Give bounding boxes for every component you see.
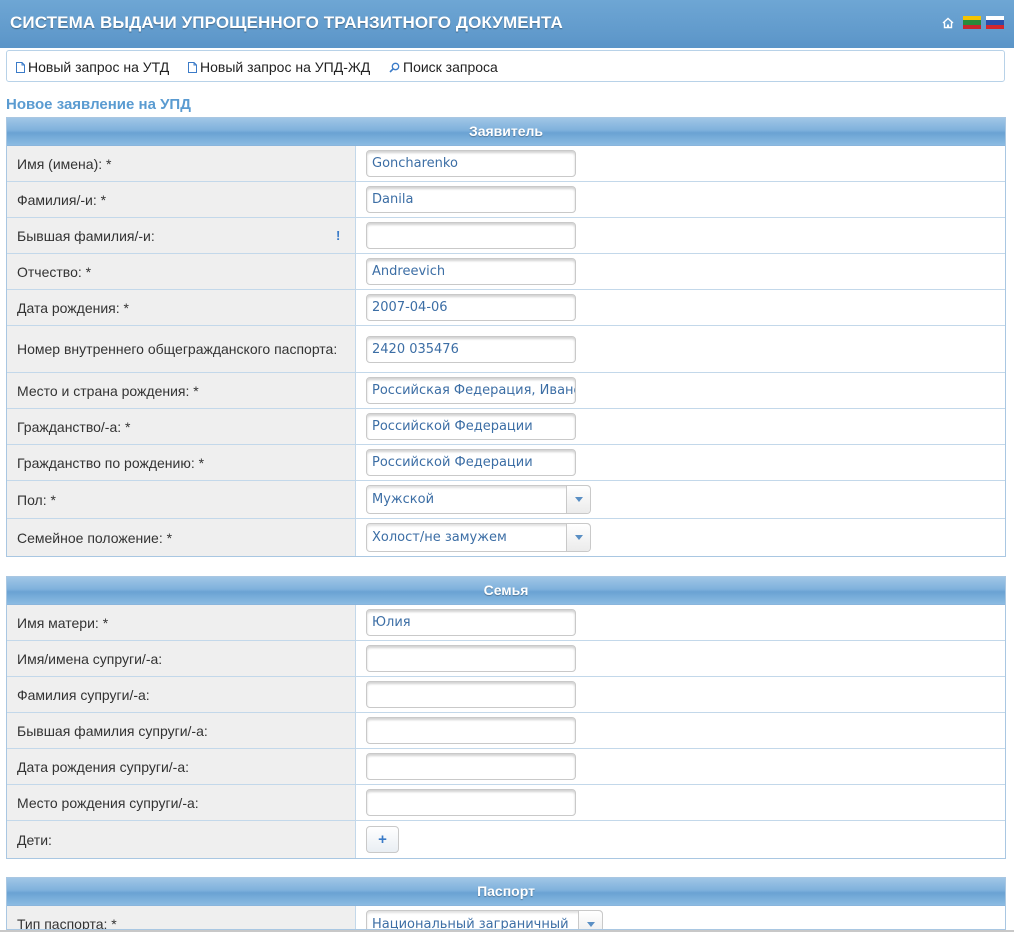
marital-status-select[interactable]: Холост/не замужем: [366, 523, 591, 552]
nav-link-new-upd-rail[interactable]: Новый запрос на УПД-ЖД: [188, 59, 370, 75]
field-label: Фамилия/-и: *: [7, 182, 356, 217]
app-title: СИСТЕМА ВЫДАЧИ УПРОЩЕННОГО ТРАНЗИТНОГО Д…: [10, 13, 563, 32]
last-name-input[interactable]: Danila: [366, 186, 576, 213]
field-label: Дети:: [7, 821, 356, 858]
field-label: Место рождения супруги/-а:: [7, 785, 356, 820]
birth-date-input[interactable]: 2007-04-06: [366, 294, 576, 321]
field-label: Гражданство/-а: *: [7, 409, 356, 444]
field-label: Место и страна рождения: *: [7, 373, 356, 408]
form-row-first-name: Имя (имена): * Goncharenko: [7, 146, 1005, 182]
field-label: Семейное положение: *: [7, 519, 356, 556]
patronymic-input[interactable]: Andreevich: [366, 258, 576, 285]
select-value: Национальный заграничный: [372, 916, 569, 930]
field-label: Бывшая фамилия/-и:: [17, 227, 155, 244]
form-row-marital-status: Семейное положение: * Холост/не замужем: [7, 519, 1005, 556]
section-title: Семья: [7, 577, 1005, 605]
birth-place-input[interactable]: Российская Федерация, Ивано: [366, 377, 576, 404]
sex-select[interactable]: Мужской: [366, 485, 591, 514]
form-row-spouse-last-name: Фамилия супруги/-а:: [7, 677, 1005, 713]
mother-name-input[interactable]: Юлия: [366, 609, 576, 636]
citizenship-by-birth-input[interactable]: Российской Федерации: [366, 449, 576, 476]
field-label: Пол: *: [7, 481, 356, 518]
field-label: Имя (имена): *: [7, 146, 356, 181]
field-label: Имя/имена супруги/-а:: [7, 641, 356, 676]
former-last-name-input[interactable]: [366, 222, 576, 249]
form-row-former-last-name: Бывшая фамилия/-и: !: [7, 218, 1005, 254]
form-row-spouse-birth-date: Дата рождения супруги/-а:: [7, 749, 1005, 785]
dropdown-arrow-button[interactable]: [566, 486, 590, 513]
page-heading: Новое заявление на УПД: [6, 96, 191, 113]
field-label: Отчество: *: [7, 254, 356, 289]
chevron-down-icon: [586, 921, 595, 927]
field-label: Номер внутреннего общегражданского паспо…: [7, 326, 356, 372]
nav-link-label: Поиск запроса: [403, 59, 498, 75]
form-row-mother-name: Имя матери: * Юлия: [7, 605, 1005, 641]
field-label-wrap: Бывшая фамилия/-и: !: [7, 218, 356, 253]
select-value: Мужской: [372, 492, 435, 507]
form-row-citizenship-by-birth: Гражданство по рождению: * Российской Фе…: [7, 445, 1005, 481]
spouse-former-last-name-input[interactable]: [366, 717, 576, 744]
nav-link-label: Новый запрос на УПД-ЖД: [200, 59, 371, 75]
form-row-passport-type: Тип паспорта: * Национальный заграничный: [7, 906, 1005, 930]
chevron-down-icon: [574, 497, 583, 502]
citizenship-input[interactable]: Российской Федерации: [366, 413, 576, 440]
document-icon: [16, 62, 25, 73]
form-row-spouse-former-last-name: Бывшая фамилия супруги/-а:: [7, 713, 1005, 749]
info-exclamation-icon[interactable]: !: [336, 227, 340, 245]
field-label: Дата рождения: *: [7, 290, 356, 325]
spouse-birth-place-input[interactable]: [366, 789, 576, 816]
form-row-spouse-first-name: Имя/имена супруги/-а:: [7, 641, 1005, 677]
field-label: Тип паспорта: *: [7, 906, 356, 929]
passport-section: Паспорт Тип паспорта: * Национальный заг…: [6, 877, 1006, 930]
spouse-last-name-input[interactable]: [366, 681, 576, 708]
form-row-sex: Пол: * Мужской: [7, 481, 1005, 519]
form-row-patronymic: Отчество: * Andreevich: [7, 254, 1005, 290]
home-icon[interactable]: [941, 16, 955, 30]
form-row-internal-passport: Номер внутреннего общегражданского паспо…: [7, 326, 1005, 373]
dropdown-arrow-button[interactable]: [578, 910, 602, 929]
section-title: Паспорт: [7, 878, 1005, 906]
nav-link-label: Новый запрос на УТД: [28, 59, 170, 75]
passport-type-select[interactable]: Национальный заграничный: [366, 909, 603, 930]
spouse-first-name-input[interactable]: [366, 645, 576, 672]
nav-link-new-utd[interactable]: Новый запрос на УТД: [16, 59, 169, 75]
first-name-input[interactable]: Goncharenko: [366, 150, 576, 177]
form-row-children: Дети: +: [7, 821, 1005, 858]
field-label: Бывшая фамилия супруги/-а:: [7, 713, 356, 748]
spouse-birth-date-input[interactable]: [366, 753, 576, 780]
chevron-down-icon: [574, 535, 583, 540]
field-label: Фамилия супруги/-а:: [7, 677, 356, 712]
russia-flag-icon[interactable]: [986, 16, 1004, 29]
field-label: Дата рождения супруги/-а:: [7, 749, 356, 784]
form-row-spouse-birth-place: Место рождения супруги/-а:: [7, 785, 1005, 821]
add-child-button[interactable]: +: [366, 826, 399, 853]
family-section: Семья Имя матери: * Юлия Имя/имена супру…: [6, 576, 1006, 859]
nav-bar: Новый запрос на УТД Новый запрос на УПД-…: [6, 50, 1005, 82]
app-header: СИСТЕМА ВЫДАЧИ УПРОЩЕННОГО ТРАНЗИТНОГО Д…: [0, 0, 1014, 48]
field-label: Гражданство по рождению: *: [7, 445, 356, 480]
field-label: Имя матери: *: [7, 605, 356, 640]
search-icon: [389, 62, 400, 73]
form-row-last-name: Фамилия/-и: * Danila: [7, 182, 1005, 218]
dropdown-arrow-button[interactable]: [566, 524, 590, 551]
document-icon: [188, 62, 197, 73]
applicant-section: Заявитель Имя (имена): * Goncharenko Фам…: [6, 117, 1006, 557]
section-title: Заявитель: [7, 118, 1005, 146]
internal-passport-input[interactable]: 2420 035476: [366, 335, 576, 363]
form-row-citizenship: Гражданство/-а: * Российской Федерации: [7, 409, 1005, 445]
select-value: Холост/не замужем: [372, 530, 507, 545]
form-row-birth-date: Дата рождения: * 2007-04-06: [7, 290, 1005, 326]
nav-link-search-request[interactable]: Поиск запроса: [389, 59, 498, 75]
lithuania-flag-icon[interactable]: [963, 16, 981, 29]
form-row-birth-place: Место и страна рождения: * Российская Фе…: [7, 373, 1005, 409]
